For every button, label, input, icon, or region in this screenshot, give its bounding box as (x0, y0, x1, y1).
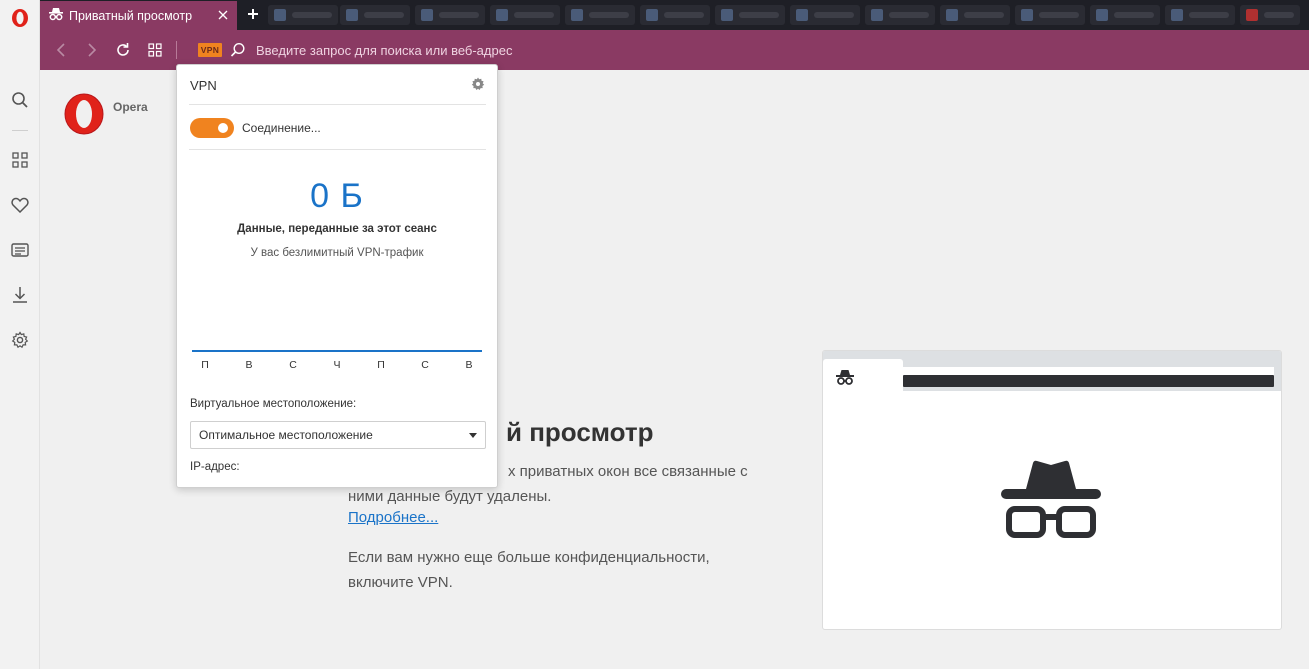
background-tab[interactable] (415, 5, 485, 25)
background-tab[interactable] (865, 5, 935, 25)
tab-strip: Приватный просмотр (40, 0, 1309, 30)
day-label: В (245, 359, 253, 371)
illustration-address-bar-fill (903, 375, 1274, 387)
day-label: Ч (333, 359, 341, 371)
background-tab[interactable] (1090, 5, 1160, 25)
background-tab[interactable] (340, 5, 410, 25)
vpn-data-label: Данные, переданные за этот сеанс (237, 223, 437, 235)
background-tab[interactable] (1165, 5, 1235, 25)
vpn-location-select[interactable]: Оптимальное местоположение (190, 421, 486, 449)
heart-icon[interactable] (9, 194, 31, 216)
background-tab[interactable] (565, 5, 635, 25)
vpn-toggle[interactable] (190, 118, 234, 138)
day-label: В (465, 359, 473, 371)
background-tab[interactable] (268, 5, 338, 25)
opera-logo-icon (64, 93, 104, 135)
news-icon[interactable] (9, 239, 31, 261)
learn-more-link[interactable]: Подробнее... (348, 509, 438, 526)
background-tab[interactable] (1240, 5, 1300, 25)
day-label: С (289, 359, 297, 371)
opera-menu-icon[interactable] (9, 7, 31, 29)
forward-icon[interactable] (82, 40, 102, 60)
vpn-traffic-chart: П В С Ч П С В (192, 350, 483, 375)
background-tab[interactable] (790, 5, 860, 25)
toolbar-divider (176, 41, 177, 59)
background-tab[interactable] (940, 5, 1010, 25)
sidebar-divider (12, 130, 28, 131)
background-tab[interactable] (640, 5, 710, 25)
search-icon[interactable] (9, 89, 31, 111)
vpn-unlimited-note: У вас безлимитный VPN-трафик (250, 247, 424, 259)
vpn-badge[interactable]: VPN (198, 43, 222, 57)
vpn-popup-title: VPN (190, 78, 217, 93)
tab-title: Приватный просмотр (69, 8, 193, 23)
download-icon[interactable] (9, 284, 31, 306)
incognito-icon (48, 7, 64, 24)
vpn-data-transferred: 0 Б (310, 177, 364, 215)
background-tab[interactable] (715, 5, 785, 25)
vpn-ip-label: IP-адрес: (190, 461, 240, 473)
vpn-divider (189, 149, 486, 150)
speed-dial-icon[interactable] (145, 40, 165, 60)
vpn-status-text: Соединение... (242, 121, 321, 135)
back-icon[interactable] (51, 40, 71, 60)
day-label: П (201, 359, 209, 371)
vpn-location-label: Виртуальное местоположение: (190, 398, 357, 410)
chevron-down-icon (469, 433, 477, 438)
vpn-popup: VPN Соединение... 0 Б Данные, переданные… (176, 64, 498, 488)
day-label: П (377, 359, 385, 371)
gear-icon[interactable] (469, 75, 487, 93)
private-window-illustration (822, 350, 1282, 630)
close-icon[interactable] (215, 7, 231, 23)
vpn-toggle-knob (218, 123, 228, 133)
vpn-divider (189, 104, 486, 105)
incognito-icon (1001, 459, 1101, 546)
address-bar-input[interactable] (256, 38, 956, 62)
new-tab-icon[interactable] (245, 6, 261, 22)
vpn-hint-text: Если вам нужно еще больше конфиденциальн… (348, 549, 710, 591)
background-tab[interactable] (490, 5, 560, 25)
settings-icon[interactable] (9, 329, 31, 351)
background-tab[interactable] (1015, 5, 1085, 25)
vpn-location-value: Оптимальное местоположение (199, 428, 373, 442)
page-title: й просмотр (506, 417, 654, 447)
reload-icon[interactable] (113, 40, 133, 60)
vpn-chart-baseline (192, 350, 482, 352)
incognito-icon (835, 369, 855, 390)
illustration-tab (823, 359, 903, 391)
tab-private-browsing[interactable]: Приватный просмотр (40, 1, 237, 30)
search-icon (229, 41, 247, 59)
speed-dial-icon[interactable] (9, 149, 31, 171)
sidebar (0, 0, 40, 669)
opera-logo[interactable]: Opera (63, 93, 148, 135)
opera-logo-text: Opera (113, 100, 148, 114)
day-label: С (421, 359, 429, 371)
